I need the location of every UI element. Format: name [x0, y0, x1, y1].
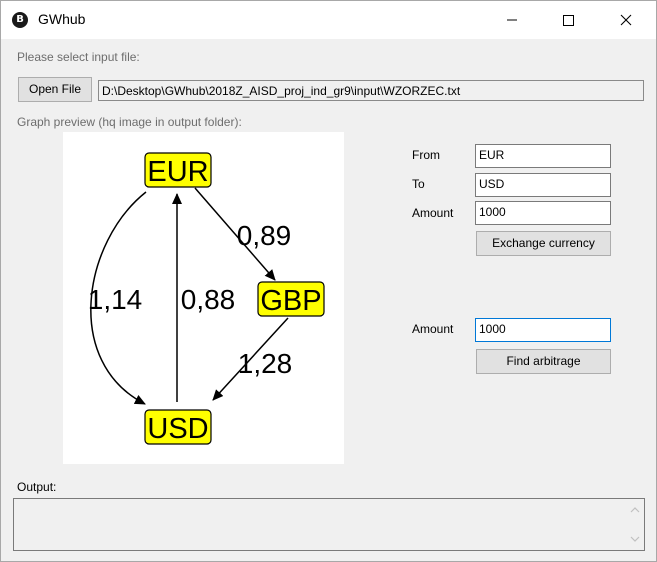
node-gbp: GBP — [257, 281, 325, 317]
edge-label-eur-usd: 1,14 — [88, 284, 143, 315]
from-currency-field[interactable]: EUR — [475, 144, 611, 168]
title-bar: B GWhub — [1, 1, 656, 39]
minimize-button[interactable] — [489, 1, 535, 39]
app-icon: B — [12, 12, 28, 28]
edge-label-usd-eur: 0,88 — [181, 284, 236, 315]
node-usd-label: USD — [147, 413, 208, 445]
graph-preview-image: EUR GBP USD 0,89 1,14 0,88 1,28 — [88, 152, 325, 445]
node-usd: USD — [144, 409, 212, 445]
edge-label-gbp-usd: 1,28 — [238, 348, 293, 379]
exchange-amount-label: Amount — [412, 206, 454, 220]
to-currency-field[interactable]: USD — [475, 173, 611, 197]
maximize-button[interactable] — [544, 1, 590, 39]
maximize-icon — [563, 15, 574, 26]
main-window: B GWhub Please select input file: Open F… — [0, 0, 657, 562]
to-label: To — [412, 177, 425, 191]
output-label: Output: — [17, 480, 57, 494]
open-file-button[interactable]: Open File — [18, 77, 92, 102]
scrollbar-arrows — [630, 507, 640, 542]
node-gbp-label: GBP — [260, 285, 321, 317]
graph-preview: EUR GBP USD 0,89 1,14 0,88 1,28 — [63, 132, 344, 464]
output-scrollbar[interactable] — [626, 499, 644, 550]
output-textarea[interactable] — [13, 498, 645, 551]
file-path-field[interactable]: D:\Desktop\GWhub\2018Z_AISD_proj_ind_gr9… — [98, 80, 644, 101]
graph-preview-label: Graph preview (hq image in output folder… — [17, 115, 242, 129]
edge-label-eur-gbp: 0,89 — [237, 220, 292, 251]
exchange-currency-button[interactable]: Exchange currency — [476, 231, 611, 256]
exchange-amount-field[interactable]: 1000 — [475, 201, 611, 225]
arbitrage-amount-field[interactable]: 1000 — [475, 318, 611, 342]
select-file-label: Please select input file: — [17, 50, 140, 64]
node-eur: EUR — [144, 152, 212, 188]
close-icon — [620, 14, 632, 26]
close-button[interactable] — [602, 1, 648, 39]
find-arbitrage-button[interactable]: Find arbitrage — [476, 349, 611, 374]
node-eur-label: EUR — [147, 156, 208, 188]
window-title: GWhub — [38, 11, 86, 27]
scroll-up-icon[interactable] — [630, 507, 640, 513]
arbitrage-amount-label: Amount — [412, 322, 454, 336]
scroll-down-icon[interactable] — [630, 536, 640, 542]
from-label: From — [412, 148, 440, 162]
minimize-icon — [507, 19, 517, 21]
